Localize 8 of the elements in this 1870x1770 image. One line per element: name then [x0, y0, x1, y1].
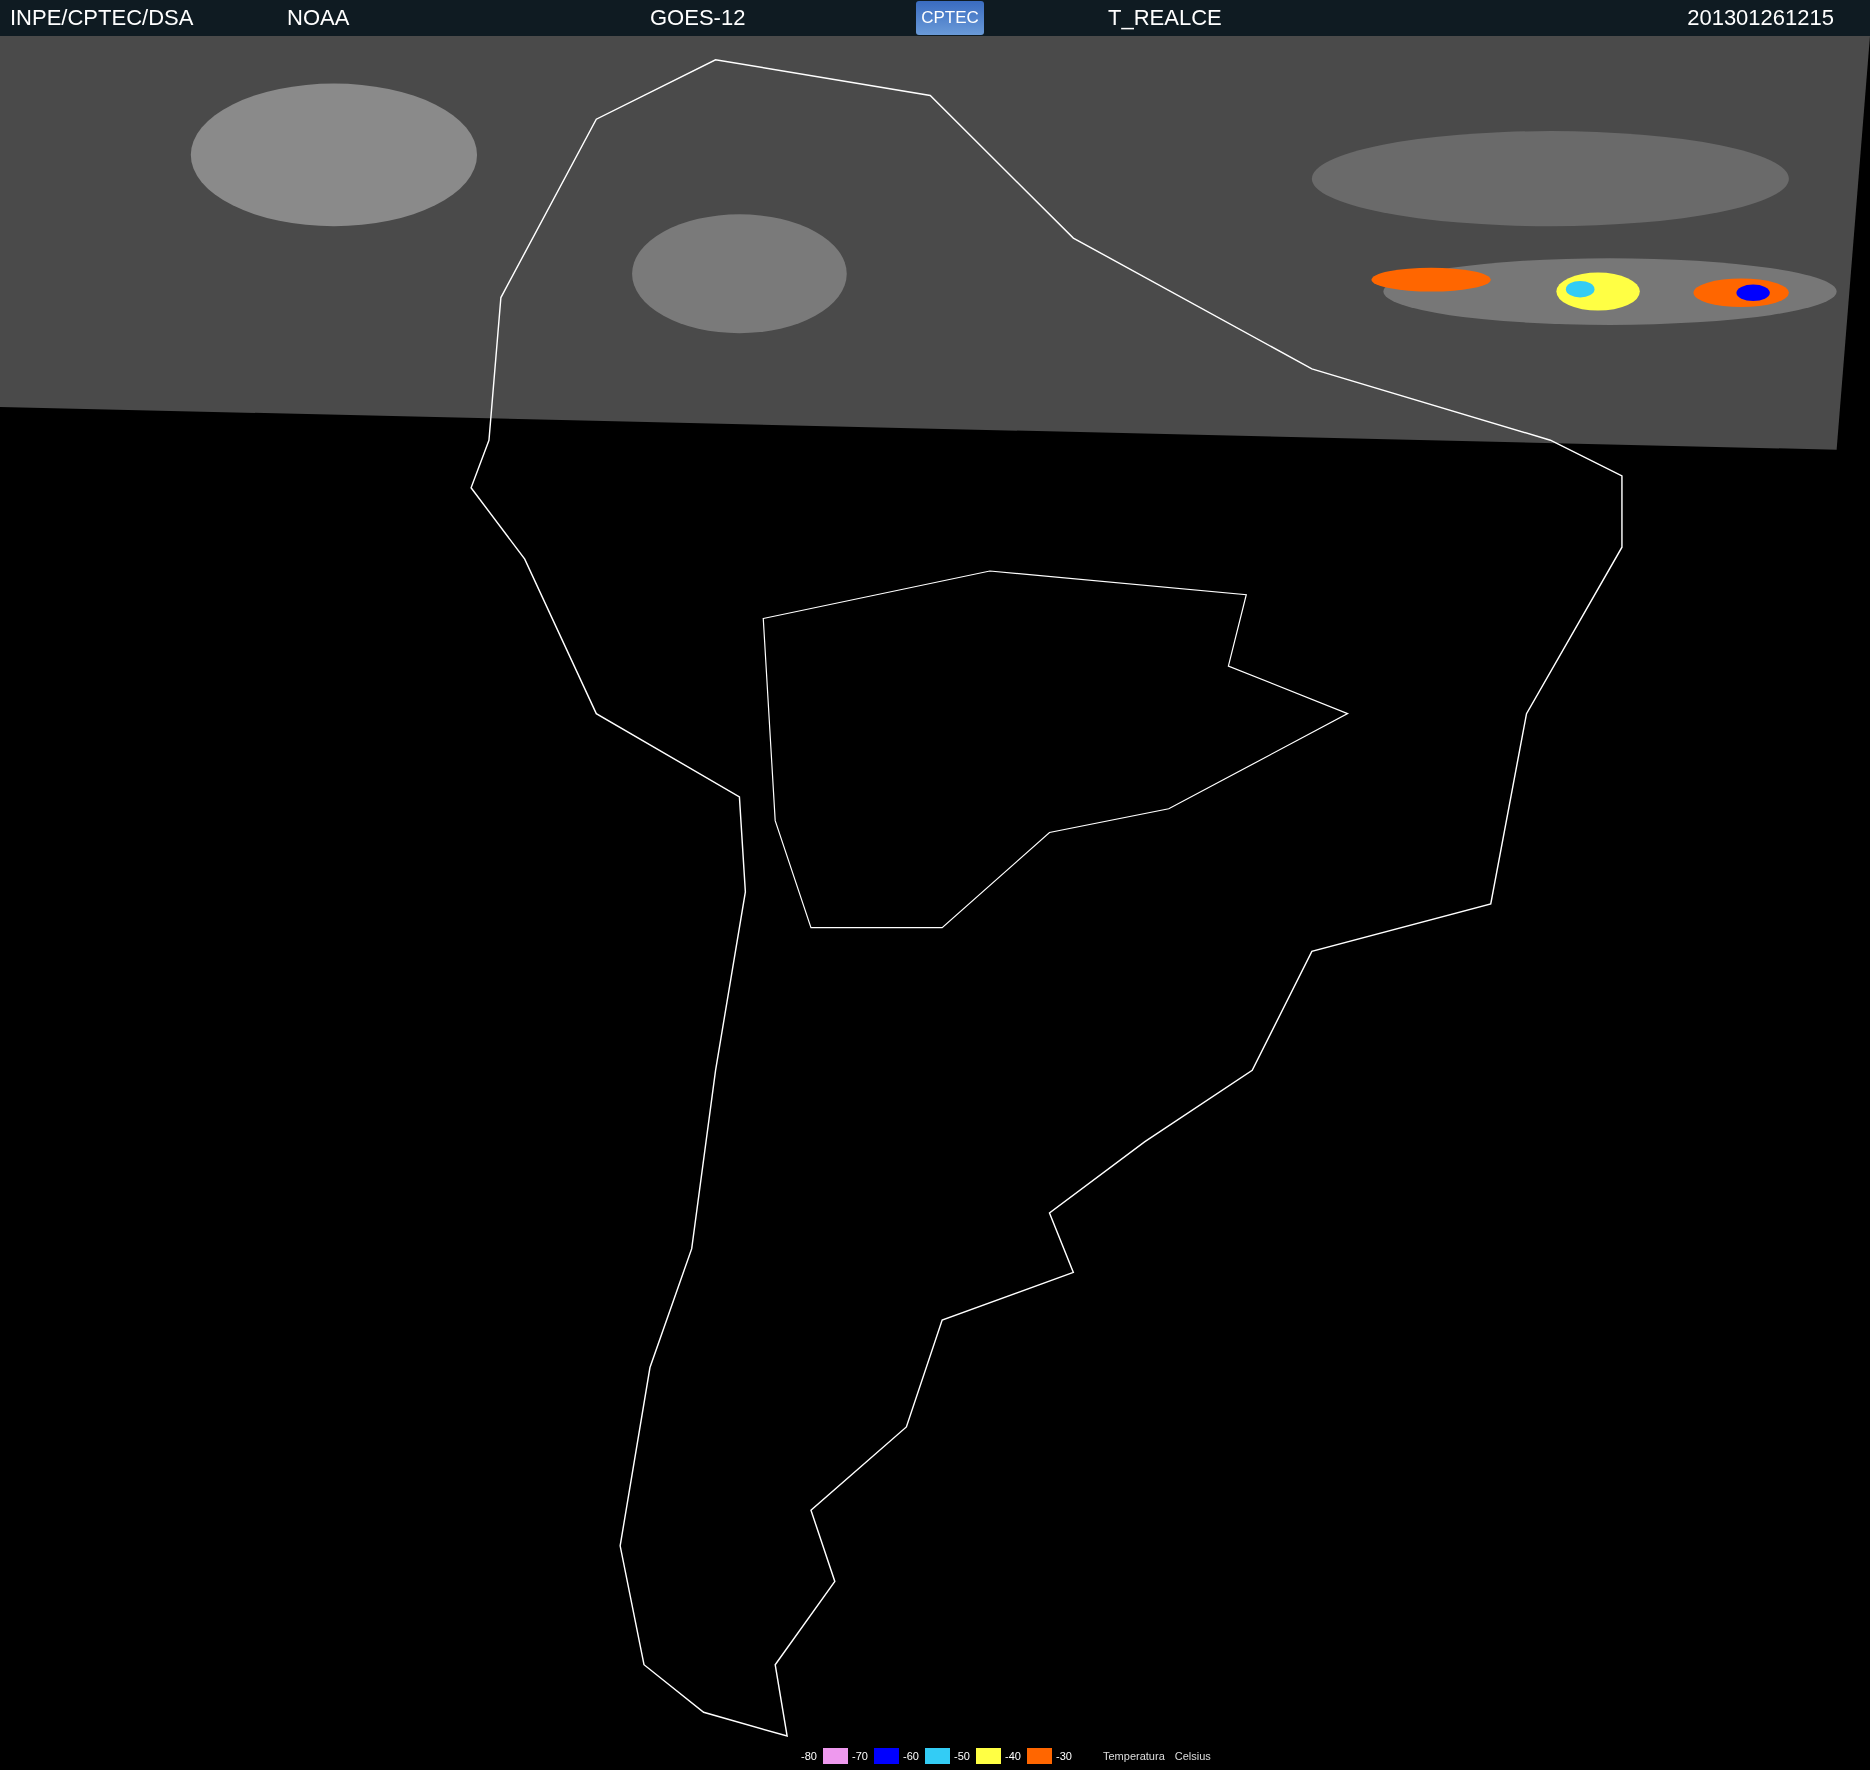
header-label: GOES-12 — [650, 5, 747, 31]
product-label: T_REALCE — [1108, 5, 1222, 31]
legend-unit: Celsius — [1174, 1750, 1211, 1762]
logo: CPTEC — [916, 1, 984, 35]
legend-title: Temperatura — [1103, 1750, 1165, 1762]
timestamp: 201301261215 — [1687, 5, 1834, 31]
header-label: INPE/CPTEC/DSA — [10, 5, 195, 31]
header-label: NOAA — [287, 5, 351, 31]
